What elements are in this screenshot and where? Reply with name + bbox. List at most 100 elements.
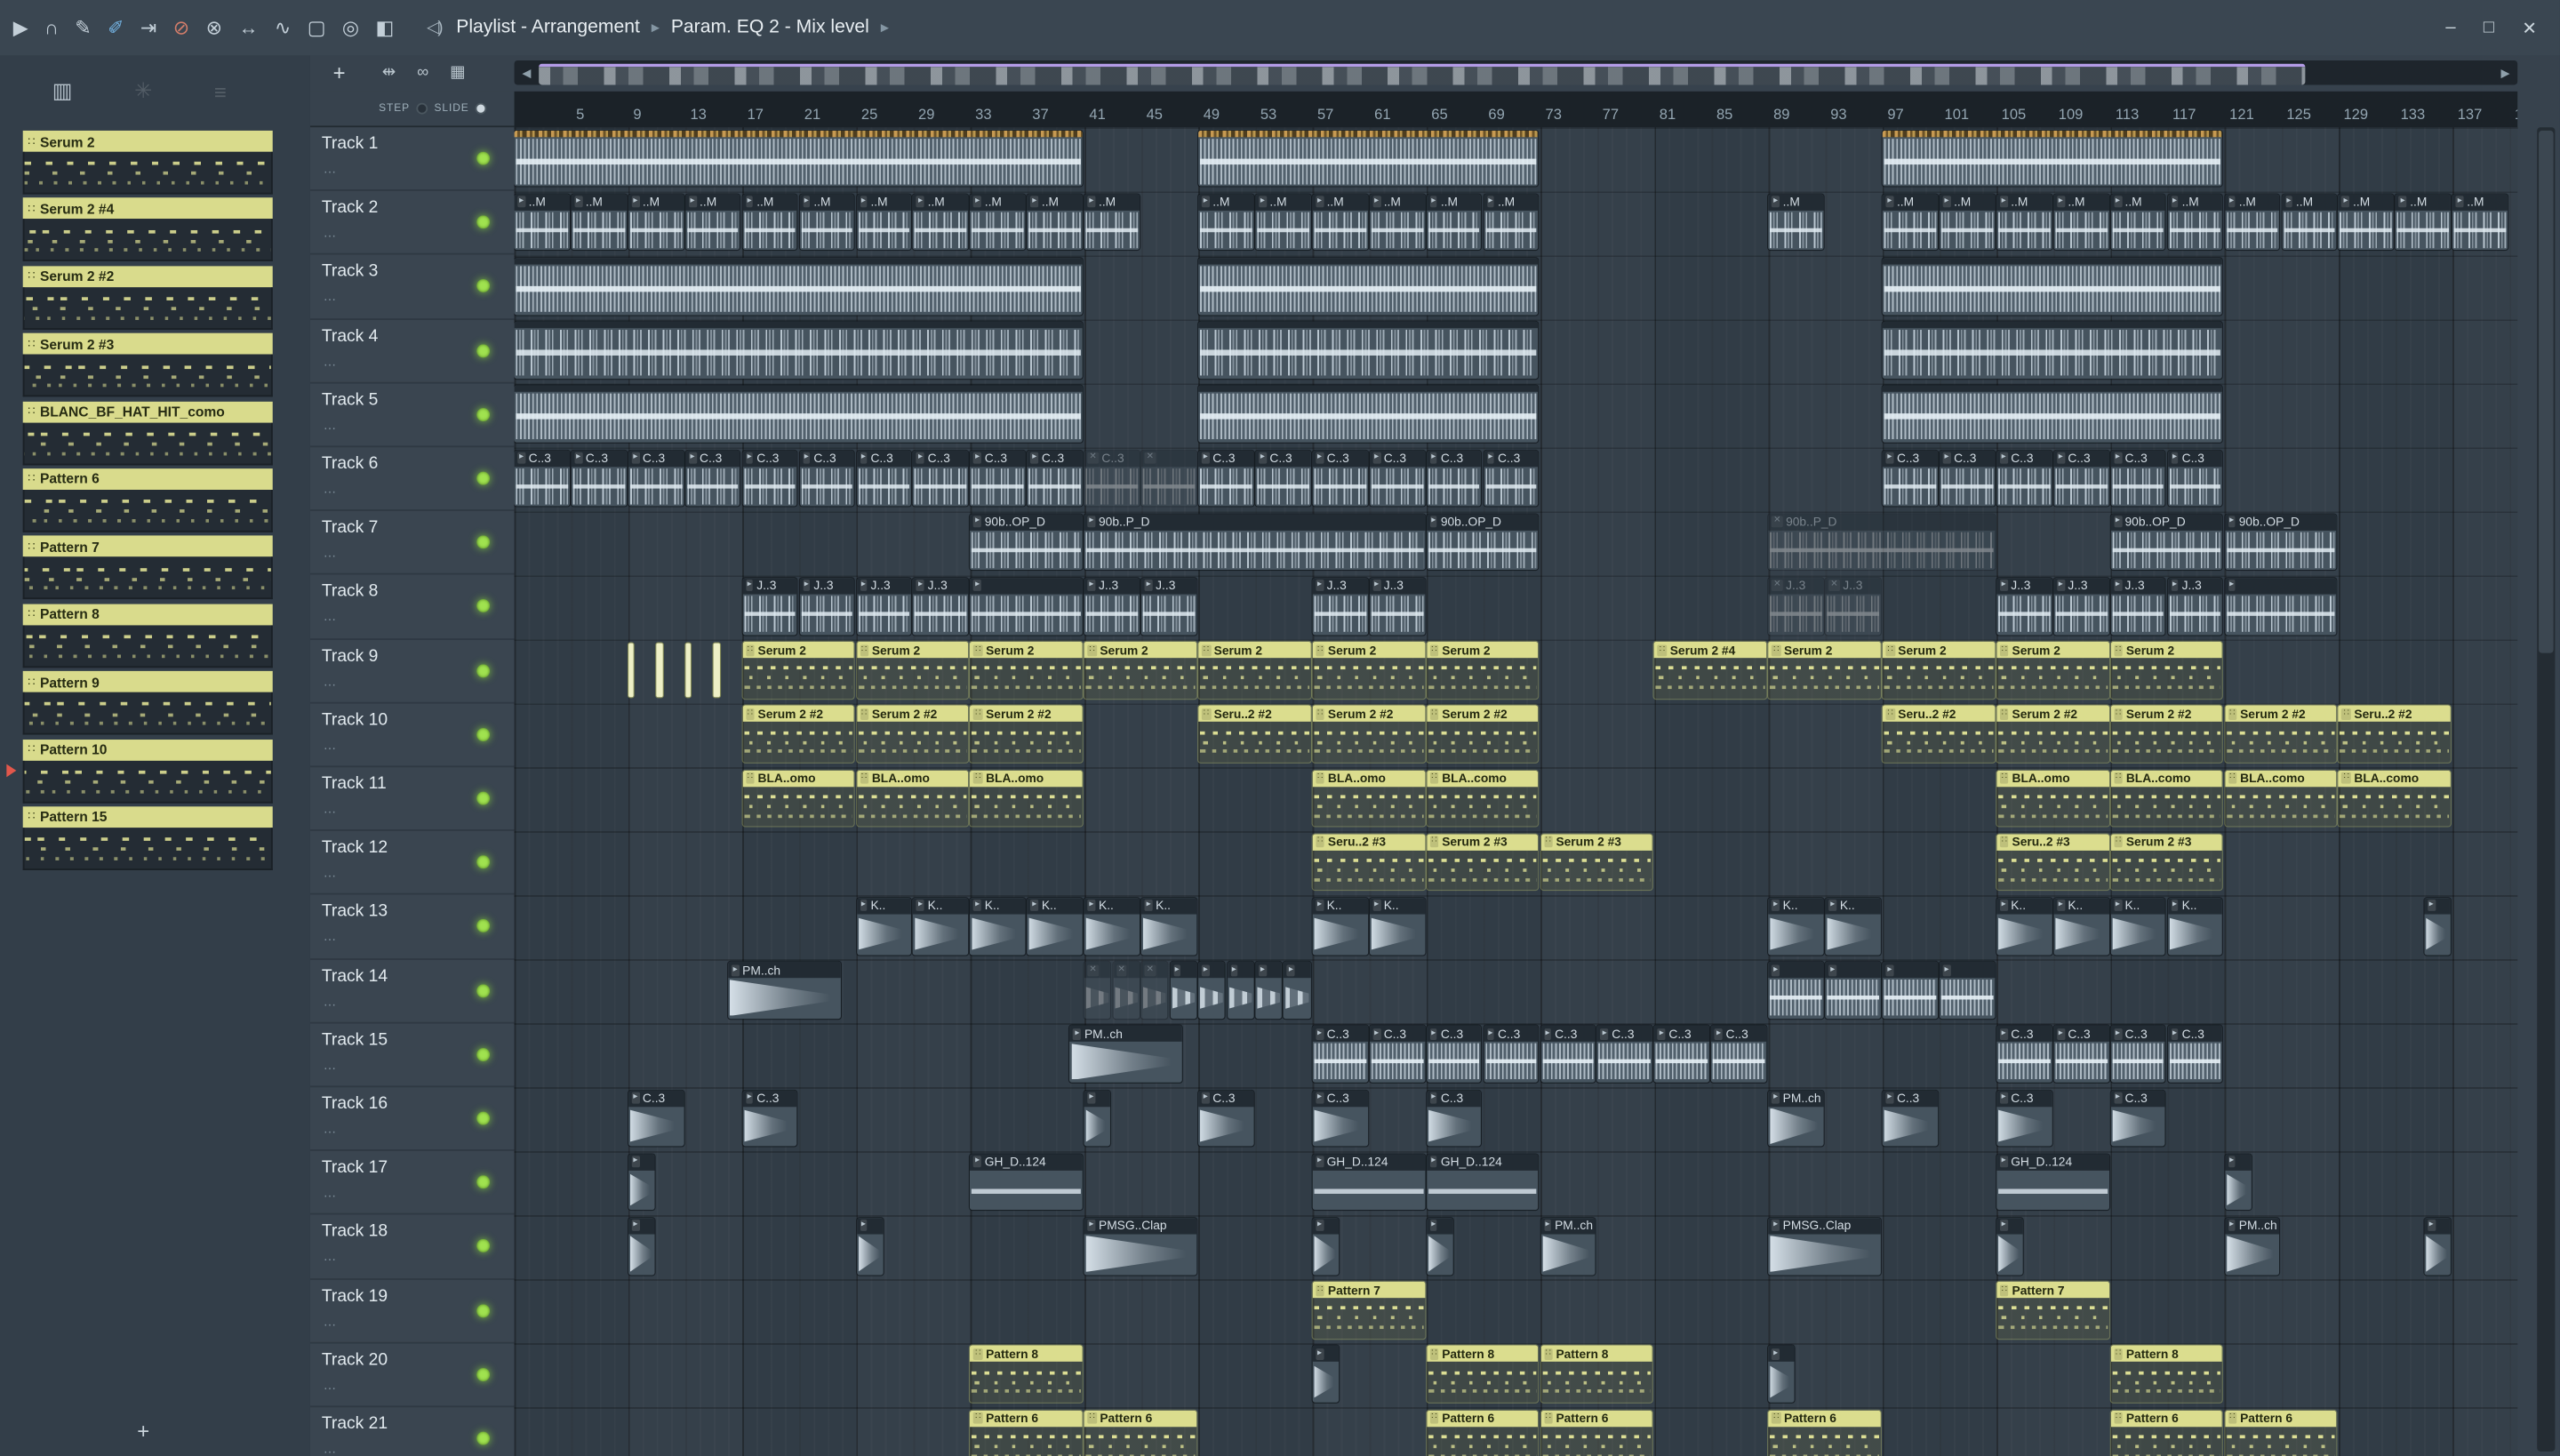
pattern-clip[interactable]: ∷ Seru..2 #3 bbox=[1996, 833, 2109, 891]
picker-item[interactable]: ∷ Pattern 10 bbox=[6, 739, 273, 803]
audio-clip[interactable]: ✕ bbox=[1084, 961, 1111, 1019]
audio-clip[interactable]: ▸ K.. bbox=[1084, 897, 1140, 955]
timeline-ruler[interactable]: 5 9 13 17 21 25 29 33 37 41 45 49 53 57 61 65 69 73 77 81 85… bbox=[514, 91, 2518, 130]
track-enable-led[interactable] bbox=[476, 151, 491, 165]
track-header[interactable]: Track 5… bbox=[309, 383, 515, 448]
pattern-clip[interactable]: ∷ BLA..omo bbox=[1312, 770, 1425, 827]
audio-clip[interactable]: ▸ bbox=[1284, 961, 1311, 1019]
audio-clip[interactable]: ▸ C..3 bbox=[2110, 1089, 2166, 1147]
pattern-clip[interactable]: ∷ Serum 2 bbox=[970, 641, 1083, 699]
audio-clip[interactable]: ▸ ..M bbox=[1198, 193, 1254, 251]
audio-clip[interactable]: ▸ GH_D..124 bbox=[1996, 1153, 2109, 1211]
audio-clip[interactable]: ▸ bbox=[1426, 1217, 1453, 1275]
pattern-clip[interactable]: ∷ Serum 2 #3 bbox=[1426, 833, 1539, 891]
pattern-clip[interactable]: ∷ Pattern 8 bbox=[970, 1345, 1083, 1403]
audio-clip[interactable]: ▸ C..3 bbox=[2167, 450, 2223, 507]
audio-clip[interactable]: ▸ bbox=[856, 1217, 884, 1275]
audio-clip[interactable]: ▸ bbox=[1084, 1089, 1111, 1147]
audio-clip[interactable]: ▸ ..M bbox=[2110, 193, 2166, 251]
audio-clip[interactable]: ▸ J..3 bbox=[856, 577, 912, 635]
audio-clip[interactable]: ▸ ..M bbox=[1027, 193, 1083, 251]
pattern-clip[interactable]: ∷ Serum 2 bbox=[742, 641, 855, 699]
pattern-clip[interactable]: ∷ Serum 2 bbox=[856, 641, 969, 699]
track-enable-led[interactable] bbox=[476, 855, 491, 869]
pattern-clip[interactable]: ∷ Serum 2 bbox=[1882, 641, 1995, 699]
track-header[interactable]: Track 21… bbox=[310, 1407, 515, 1456]
pattern-clip[interactable]: ∷ BLA..como bbox=[1426, 770, 1539, 827]
pattern-clip[interactable]: ∷ Serum 2 bbox=[1768, 641, 1881, 699]
audio-clip[interactable]: ▸ J..3 bbox=[1312, 577, 1368, 635]
picker-item[interactable]: ∷ BLANC_BF_HAT_HIT_como bbox=[22, 401, 273, 465]
track-enable-led[interactable] bbox=[476, 919, 491, 933]
pattern-clip[interactable]: ∷ Serum 2 bbox=[1084, 641, 1196, 699]
pattern-clip[interactable]: ∷ Pattern 7 bbox=[1312, 1281, 1425, 1339]
audio-clip[interactable]: ▸ 90b..OP_D bbox=[2224, 513, 2337, 571]
pattern-clip[interactable]: ∷ Pattern 7 bbox=[1996, 1281, 2109, 1339]
audio-clip[interactable] bbox=[1198, 386, 1539, 443]
track-header[interactable]: Track 9… bbox=[309, 639, 515, 704]
audio-clip[interactable]: ▸ GH_D..124 bbox=[1312, 1153, 1425, 1211]
pattern-clip[interactable]: ∷ Serum 2 #2 bbox=[742, 705, 855, 763]
track-enable-led[interactable] bbox=[476, 215, 491, 229]
audio-clip[interactable]: ▸ J..3 bbox=[1141, 577, 1196, 635]
track-enable-led[interactable] bbox=[476, 599, 491, 613]
audio-clip[interactable]: ▸ J..3 bbox=[2053, 577, 2109, 635]
pattern-clip[interactable]: ∷ BLA..como bbox=[2110, 770, 2223, 827]
track-header[interactable]: Track 12… bbox=[309, 831, 515, 896]
pattern-clip[interactable]: ∷ Serum 2 #3 bbox=[1540, 833, 1653, 891]
audio-clip[interactable]: ▸ C..3 bbox=[2110, 450, 2166, 507]
audio-clip[interactable]: ▸ PMSG..Clap bbox=[1768, 1217, 1881, 1275]
audio-clip[interactable]: ▸ bbox=[2224, 577, 2337, 635]
pattern-clip[interactable]: ∷ Pattern 8 bbox=[1426, 1345, 1539, 1403]
audio-clip[interactable]: ✕ 90b..P_D bbox=[1768, 513, 1995, 571]
audio-clip[interactable]: ▸ ..M bbox=[1255, 193, 1311, 251]
audio-clip[interactable] bbox=[1882, 257, 2223, 315]
audio-clip[interactable]: ▸ GH_D..124 bbox=[970, 1153, 1083, 1211]
audio-clip[interactable]: ▸ C..3 bbox=[2053, 450, 2109, 507]
audio-clip[interactable]: ▸ ..M bbox=[2338, 193, 2394, 251]
audio-clip[interactable]: ▸ K.. bbox=[1768, 897, 1824, 955]
audio-clip[interactable]: ▸ ..M bbox=[970, 193, 1026, 251]
audio-clip[interactable]: ▸ C..3 bbox=[1939, 450, 1995, 507]
audio-clip[interactable]: ▸ 90b..P_D bbox=[1084, 513, 1425, 571]
audio-clip[interactable]: ▸ K.. bbox=[1312, 897, 1368, 955]
audio-clip[interactable]: ▸ ..M bbox=[1369, 193, 1425, 251]
audio-clip[interactable]: ▸ ..M bbox=[1996, 193, 2052, 251]
pattern-clip[interactable]: ∷ Seru..2 #2 bbox=[1198, 705, 1311, 763]
zoom-icon[interactable]: ◎ bbox=[342, 16, 359, 39]
audio-clip[interactable] bbox=[1882, 386, 2223, 443]
audio-clip[interactable]: ▸ ..M bbox=[2452, 193, 2508, 251]
slide-icon[interactable]: ∿ bbox=[275, 16, 291, 39]
track-enable-led[interactable] bbox=[476, 1303, 491, 1317]
pattern-clip[interactable]: ∷ BLA..como bbox=[2338, 770, 2452, 827]
track-header[interactable]: Track 13… bbox=[309, 895, 515, 960]
audio-clip[interactable]: ▸ ..M bbox=[2224, 193, 2280, 251]
audio-clip[interactable]: ▸ bbox=[1996, 1217, 2023, 1275]
audio-clip[interactable]: ▸ J..3 bbox=[1369, 577, 1425, 635]
audio-clip[interactable]: ▸ ..M bbox=[913, 193, 969, 251]
scroll-left-icon[interactable]: ◀ bbox=[516, 60, 537, 85]
audio-clip[interactable]: ▸ K.. bbox=[2110, 897, 2166, 955]
track-enable-led[interactable] bbox=[476, 343, 491, 357]
pattern-clip[interactable]: ∷ Serum 2 #2 bbox=[856, 705, 969, 763]
audio-clip[interactable]: ▸ J..3 bbox=[742, 577, 798, 635]
pattern-clip[interactable]: ∷ Serum 2 #3 bbox=[2110, 833, 2223, 891]
picker-item[interactable]: ∷ Serum 2 #3 bbox=[22, 333, 273, 397]
track-enable-led[interactable] bbox=[476, 727, 491, 741]
audio-clip[interactable]: ▸ K.. bbox=[2053, 897, 2109, 955]
browser-icon[interactable]: ≡ bbox=[214, 79, 227, 104]
playlist-grid[interactable]: ▸ ..M ▸ ..M ▸ ..M ▸ ..M ▸ ..M ▸ ..M ▸ ..M ▸ ..M ▸ ..M ▸ ..M… bbox=[514, 127, 2518, 1456]
picker-item[interactable]: ∷ Pattern 15 bbox=[22, 806, 273, 870]
audio-clip[interactable]: ▸ ..M bbox=[2053, 193, 2109, 251]
audio-clip[interactable]: ▸ ..M bbox=[1768, 193, 1824, 251]
audio-clip[interactable]: ▸ PM..ch bbox=[2224, 1217, 2280, 1275]
audio-clip[interactable]: ✕ J..3 bbox=[1768, 577, 1824, 635]
grid-icon[interactable]: ▦ bbox=[450, 64, 465, 82]
audio-clip[interactable]: ▸ C..3 bbox=[1711, 1025, 1767, 1083]
step-led[interactable] bbox=[416, 102, 428, 115]
audio-clip[interactable]: ▸ J..3 bbox=[2110, 577, 2166, 635]
pattern-clip[interactable]: ∷ BLA..omo bbox=[970, 770, 1083, 827]
audio-clip[interactable]: ▸ C..3 bbox=[571, 450, 627, 507]
stretch-icon[interactable]: ↔ bbox=[238, 16, 258, 39]
audio-clip[interactable]: ▸ ..M bbox=[799, 193, 855, 251]
